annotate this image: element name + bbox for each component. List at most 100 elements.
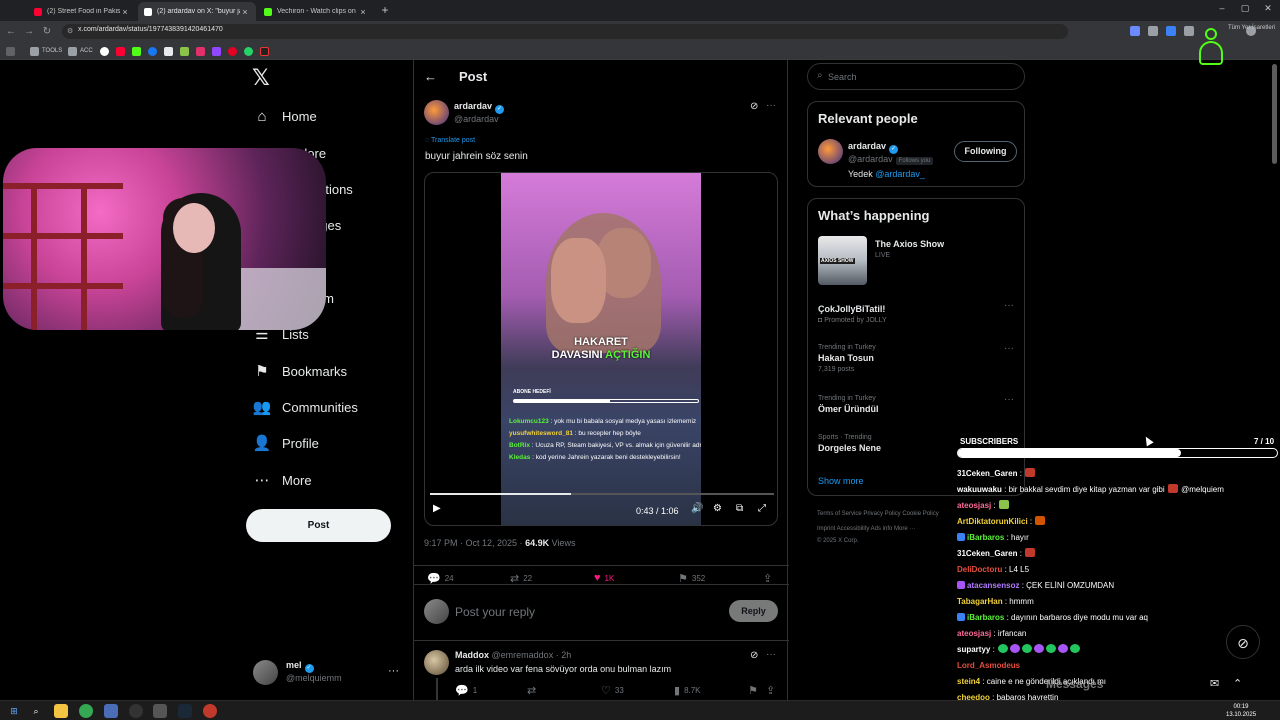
author-handle[interactable]: @ardardav <box>454 114 499 124</box>
file-explorer-icon[interactable] <box>54 704 68 718</box>
bookmark-pinterest[interactable] <box>228 45 240 57</box>
bookmark-site[interactable] <box>260 45 272 57</box>
pip-icon[interactable]: ⧉ <box>736 503 743 514</box>
video-frame[interactable]: HAKARET DAVASINI AÇTIĞIN ABONE HEDEFİ Lo… <box>501 173 701 525</box>
repost-action[interactable]: ⇄ 22 <box>510 572 532 585</box>
bio-link[interactable]: @ardardav_ <box>875 169 925 179</box>
following-button[interactable]: Following <box>954 141 1017 162</box>
avatar[interactable] <box>424 650 449 675</box>
video-player[interactable]: HAKARET DAVASINI AÇTIĞIN ABONE HEDEFİ Lo… <box>424 172 778 526</box>
sidebar-item-profile[interactable]: 👤 Profile <box>253 431 319 455</box>
extension-icon[interactable] <box>1130 26 1140 36</box>
steam-icon[interactable] <box>178 704 192 718</box>
bookmark-instagram[interactable] <box>196 45 208 57</box>
apps-icon[interactable] <box>6 45 18 57</box>
bookmark-folder-tools[interactable]: TOOLS <box>30 45 62 57</box>
post-button[interactable]: Post <box>246 509 391 542</box>
back-icon[interactable]: ← <box>4 25 18 39</box>
footer-links[interactable]: Terms of Service Privacy Policy Cookie P… <box>817 511 939 517</box>
x-logo-icon[interactable]: 𝕏 <box>252 67 274 89</box>
app-icon[interactable] <box>153 704 167 718</box>
volume-icon[interactable]: 🔊 <box>691 503 703 514</box>
bookmark-facebook[interactable] <box>148 45 160 57</box>
extension-icon[interactable] <box>1148 26 1158 36</box>
video-seek-bar[interactable] <box>430 493 774 495</box>
repost-action[interactable]: ⇄ <box>527 684 540 697</box>
sidebar-item-bookmarks[interactable]: ⚑ Bookmarks <box>253 359 347 383</box>
close-icon[interactable]: × <box>358 7 368 17</box>
more-icon[interactable]: ··· <box>766 649 776 660</box>
bookmark-x[interactable] <box>164 45 176 57</box>
more-icon[interactable]: ··· <box>1004 300 1014 311</box>
sidebar-item-communities[interactable]: 👥 Communities <box>253 395 358 419</box>
more-icon[interactable]: ··· <box>1004 343 1014 354</box>
translate-post-link[interactable]: ◌ Translate post <box>425 137 475 144</box>
like-action[interactable]: ♡ 33 <box>601 684 624 697</box>
live-title[interactable]: The Axios Show <box>875 239 944 249</box>
tab-kick[interactable]: Vechiron - Watch clips on Kick × <box>258 2 374 21</box>
tab-x-post[interactable]: (2) ardardav on X: "buyur jahre × <box>138 2 256 21</box>
bookmark-folder-acc[interactable]: ACC <box>68 45 93 57</box>
extension-icon[interactable] <box>1184 26 1194 36</box>
trend-item[interactable]: ÇokJollyBiTatil! ◘ Promoted by JOLLY <box>818 302 1018 324</box>
close-icon[interactable]: × <box>240 7 250 17</box>
grok-button[interactable]: ⊘ <box>1226 625 1260 659</box>
views-action[interactable]: ▮ 8.7K <box>674 684 701 697</box>
messages-drawer-title[interactable]: Messages <box>1046 677 1103 691</box>
bookmark-twitch[interactable] <box>212 45 224 57</box>
app-icon[interactable] <box>203 704 217 718</box>
sidebar-item-home[interactable]: ⌂ Home <box>253 104 316 128</box>
sidebar-item-more[interactable]: ⋯ More <box>253 468 312 492</box>
trend-item[interactable]: Trending in Turkey Hakan Tosun 7,319 pos… <box>818 344 1018 373</box>
close-icon[interactable]: × <box>120 7 130 17</box>
more-icon[interactable]: ··· <box>766 100 776 111</box>
tab-street-food[interactable]: (2) Street Food in Pakistan × <box>28 2 136 21</box>
more-icon[interactable]: ··· <box>1004 394 1014 405</box>
search-input[interactable]: ⌕ Search <box>807 63 1025 90</box>
trend-item[interactable]: Trending in Turkey Ömer Üründül <box>818 395 1018 414</box>
chrome-icon[interactable] <box>79 704 93 718</box>
minimize-button[interactable]: – <box>1210 3 1234 13</box>
back-arrow-icon[interactable]: ← <box>424 69 437 84</box>
extension-icon[interactable] <box>1166 26 1176 36</box>
obs-icon[interactable] <box>129 704 143 718</box>
share-action[interactable]: ⇪ <box>766 684 779 697</box>
url-input[interactable]: ⚙ x.com/ardardav/status/1977438391420461… <box>62 24 1068 39</box>
reply-button[interactable]: Reply <box>729 600 778 622</box>
scrollbar[interactable] <box>1272 64 1277 164</box>
play-icon[interactable]: ▶ <box>433 503 441 514</box>
bookmark-google[interactable] <box>100 45 112 57</box>
maximize-button[interactable]: ▢ <box>1233 3 1257 14</box>
reply-input[interactable]: Post your reply <box>455 605 535 619</box>
window-close-button[interactable]: ✕ <box>1256 3 1280 14</box>
bookmark-youtube[interactable] <box>116 45 128 57</box>
bookmark-action[interactable]: ⚑ <box>748 684 762 697</box>
person-name[interactable]: ardardav ✓ <box>848 141 899 154</box>
bookmark-kick[interactable] <box>132 45 144 57</box>
footer-links[interactable]: Imprint Accessibility Ads info More ··· <box>817 526 915 532</box>
chevron-up-icon[interactable]: ⌃ <box>1233 677 1242 690</box>
search-icon[interactable]: ⌕ <box>29 704 43 718</box>
reply-action[interactable]: 💬 1 <box>455 684 477 697</box>
reply-action[interactable]: 💬 24 <box>427 572 454 585</box>
new-message-icon[interactable]: ✉ <box>1210 677 1219 690</box>
account-switcher[interactable]: mel ✓ @melquiemm ··· <box>253 657 403 691</box>
author-name[interactable]: ardardav ✓ <box>454 101 505 114</box>
settings-icon[interactable]: ⚙ <box>713 503 722 514</box>
like-action[interactable]: ♥ 1K <box>594 572 614 584</box>
forward-icon[interactable]: → <box>22 25 36 39</box>
windows-start-icon[interactable]: ⊞ <box>7 704 21 718</box>
clock[interactable]: 00:19 13.10.2025 <box>1226 703 1256 719</box>
bookmark-action[interactable]: ⚑ 352 <box>678 572 705 585</box>
app-icon[interactable] <box>104 704 118 718</box>
grok-icon[interactable]: ⊘ <box>750 101 758 112</box>
more-icon[interactable]: ··· <box>388 665 399 677</box>
site-info-icon[interactable]: ⚙ <box>67 27 74 35</box>
reload-icon[interactable]: ↻ <box>40 25 54 39</box>
live-thumbnail[interactable]: AXIOS SHOW <box>818 236 867 285</box>
show-more-link[interactable]: Show more <box>818 476 864 486</box>
bookmark-whatsapp[interactable] <box>244 45 256 57</box>
grok-icon[interactable]: ⊘ <box>750 650 758 661</box>
avatar[interactable] <box>424 100 449 125</box>
fullscreen-icon[interactable]: ⤢ <box>758 503 766 514</box>
